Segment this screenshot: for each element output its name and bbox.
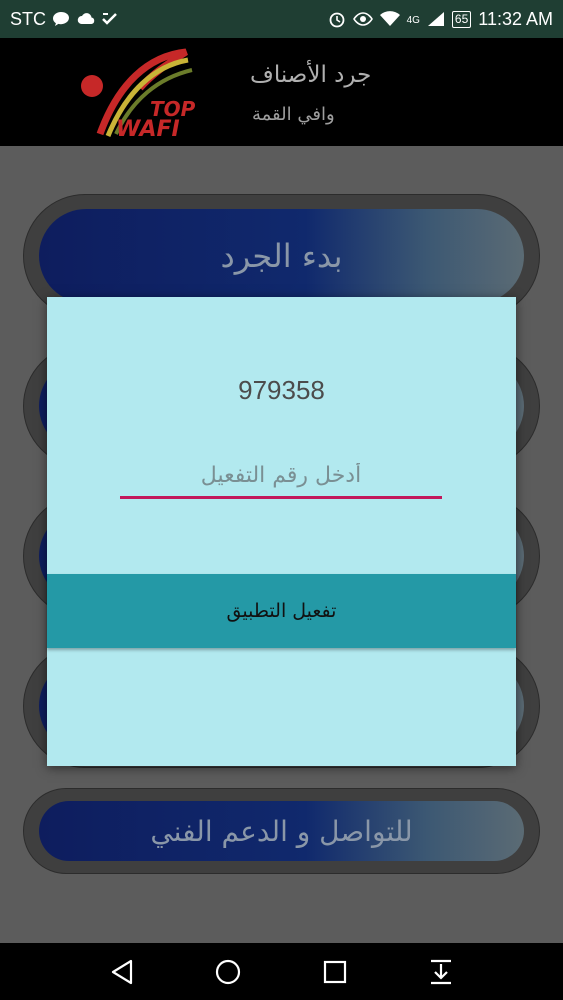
logo-text-bottom: WAFI — [116, 117, 180, 140]
check-icon — [102, 12, 118, 26]
signal-icon — [427, 11, 445, 27]
activation-dialog: 979358 تفعيل التطبيق — [47, 297, 516, 766]
app-title: جرد الأصناف — [250, 62, 372, 88]
app-logo: TOP WAFI — [78, 44, 202, 142]
wifi-icon — [379, 11, 400, 27]
navigation-bar — [0, 943, 563, 1000]
recents-icon[interactable] — [320, 957, 350, 987]
status-time: 11:32 AM — [478, 8, 553, 29]
activation-code-input[interactable] — [120, 455, 442, 499]
menu-item-label: بدء الجرد — [39, 209, 524, 303]
contact-support-button[interactable]: للتواصل و الدعم الفني — [23, 788, 540, 874]
status-bar: STC 4G 65 11:32 AM — [0, 0, 563, 38]
home-icon[interactable] — [213, 957, 243, 987]
notifications-down-icon[interactable] — [426, 957, 456, 987]
eye-icon — [352, 12, 373, 26]
network-type: 4G — [406, 14, 420, 26]
app-subtitle: وافي القمة — [252, 104, 335, 125]
menu-item-label: للتواصل و الدعم الفني — [39, 801, 524, 861]
app-header: TOP WAFI جرد الأصناف وافي القمة — [0, 38, 563, 146]
device-code: 979358 — [238, 375, 325, 405]
battery-icon: 65 — [451, 10, 472, 28]
message-icon — [52, 11, 70, 27]
alarm-icon — [328, 10, 346, 28]
carrier-label: STC — [10, 8, 46, 29]
activate-app-button[interactable]: تفعيل التطبيق — [47, 574, 516, 648]
back-icon[interactable] — [107, 957, 137, 987]
cloud-icon — [76, 12, 96, 26]
